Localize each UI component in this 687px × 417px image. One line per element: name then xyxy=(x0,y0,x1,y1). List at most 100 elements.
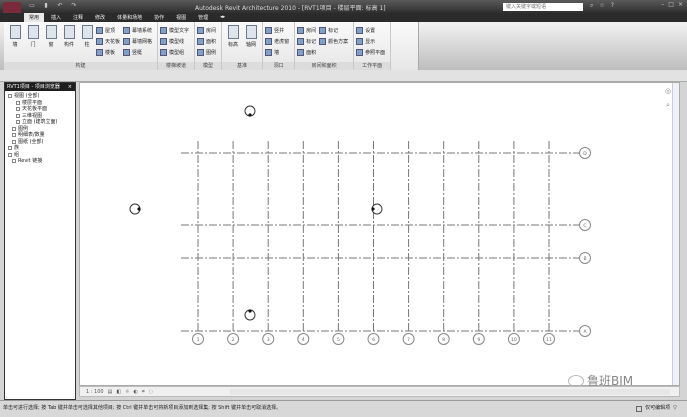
ribbon-button[interactable]: 柱 xyxy=(78,25,96,48)
detail-level-icon[interactable]: ▤ xyxy=(108,389,113,395)
search-input[interactable] xyxy=(503,3,583,11)
close-icon[interactable]: × xyxy=(68,83,72,91)
redo-icon[interactable]: ↷ xyxy=(70,2,78,10)
maximize-button[interactable]: □ xyxy=(668,1,674,8)
view-scale[interactable]: 1 : 100 xyxy=(86,389,104,395)
ribbon-button[interactable]: 显示 xyxy=(356,36,385,47)
vertical-scrollbar[interactable] xyxy=(672,83,679,385)
ribbon-button[interactable]: 模型线 xyxy=(160,36,189,47)
watermark-text: 鲁班BIM xyxy=(587,374,634,388)
ribbon-button[interactable]: 轴网 xyxy=(242,25,260,48)
ribbon-button[interactable]: 模型组 xyxy=(160,47,189,58)
quick-access-toolbar: ▭ ▮ ↶ ↷ xyxy=(28,2,78,10)
status-bar: 单击可进行选择; 按 Tab 键并单击可选择其他项目; 按 Ctrl 键并单击可… xyxy=(0,400,687,417)
grid-label: 5 xyxy=(337,337,340,343)
horizontal-scrollbar[interactable] xyxy=(230,389,670,395)
tool-icon xyxy=(245,25,257,39)
minimize-button[interactable]: – xyxy=(661,1,664,8)
tab-8[interactable]: ◂▸ xyxy=(215,13,230,22)
ribbon-button[interactable]: 标记 xyxy=(297,36,316,47)
ribbon-button-label: 屋顶 xyxy=(105,28,116,34)
expand-icon[interactable] xyxy=(16,107,20,112)
tab-1[interactable]: 插入 xyxy=(46,13,66,22)
ribbon-button-label: 门 xyxy=(30,42,36,48)
tab-3[interactable]: 修改 xyxy=(90,13,110,22)
expand-icon[interactable] xyxy=(12,159,16,164)
tool-icon xyxy=(9,25,21,39)
star-icon[interactable]: ☆ xyxy=(599,2,604,10)
expand-icon[interactable] xyxy=(12,126,16,131)
save-icon[interactable]: ▮ xyxy=(42,2,50,10)
ribbon-button-label: 楼板 xyxy=(105,50,116,56)
ribbon-button[interactable]: 门 xyxy=(24,25,42,48)
ribbon-button[interactable]: 构件 xyxy=(60,25,78,48)
ribbon-button[interactable]: 颜色方案 xyxy=(319,36,348,47)
tool-icon xyxy=(197,38,205,45)
ribbon-button-label: 柱 xyxy=(84,42,90,48)
expand-icon[interactable] xyxy=(12,139,16,144)
ribbon-button[interactable]: 楼板 xyxy=(96,47,120,58)
crop-icon[interactable]: ⌗ xyxy=(142,389,145,395)
ribbon-button[interactable]: 房间 xyxy=(197,25,216,36)
close-button[interactable]: × xyxy=(678,1,683,8)
expand-icon[interactable] xyxy=(16,120,20,125)
ribbon-button[interactable]: 幕墙网格 xyxy=(123,36,152,47)
editable-only-checkbox[interactable] xyxy=(636,405,643,412)
ribbon-button[interactable]: 幕墙系统 xyxy=(123,25,152,36)
tool-icon xyxy=(297,38,305,45)
ribbon-button[interactable]: 模型文字 xyxy=(160,25,189,36)
tab-6[interactable]: 视图 xyxy=(171,13,191,22)
expand-icon[interactable] xyxy=(8,146,12,151)
ribbon-button[interactable]: 面积 xyxy=(197,36,216,47)
expand-icon[interactable] xyxy=(8,152,12,157)
ribbon-button[interactable]: 参照平面 xyxy=(356,47,385,58)
ribbon-button-label: 幕墙网格 xyxy=(132,39,153,45)
browser-item-label: Revit 链接 xyxy=(18,158,43,164)
drawing-canvas[interactable]: 1 2 3 4 5 6 7 8 9 10 11 D C B A ◎ ⌕ xyxy=(79,82,680,386)
ribbon-panel: 模型文字 模型线 模型组 楼梯坡道 xyxy=(158,22,196,70)
ribbon-button[interactable]: 竖井 xyxy=(265,25,289,36)
ribbon-button[interactable]: 墙 xyxy=(265,47,289,58)
expand-icon[interactable] xyxy=(16,113,20,118)
ribbon-button-label: 构件 xyxy=(63,42,74,48)
ribbon-button[interactable]: 标高 xyxy=(224,25,242,48)
sun-path-icon[interactable]: ☼ xyxy=(125,389,129,395)
steering-wheel-icon[interactable]: ◎ xyxy=(665,87,671,95)
expand-icon[interactable] xyxy=(8,94,12,99)
ribbon-button[interactable]: 天花板 xyxy=(96,36,120,47)
visual-style-icon[interactable]: ◧ xyxy=(116,389,121,395)
tab-7[interactable]: 管理 xyxy=(193,13,213,22)
tab-0[interactable]: 常用 xyxy=(24,13,45,22)
zoom-icon[interactable]: ⌕ xyxy=(666,101,670,110)
shadows-icon[interactable]: ◐ xyxy=(134,389,138,395)
tab-4[interactable]: 体量和场地 xyxy=(112,13,147,22)
ribbon-button[interactable]: 窗 xyxy=(42,25,60,48)
hide-isolate-icon[interactable]: ◌ xyxy=(149,389,153,395)
tool-icon xyxy=(96,27,103,34)
undo-icon[interactable]: ↶ xyxy=(56,2,64,10)
grid-label: 1 xyxy=(197,337,200,343)
ribbon-button[interactable]: 老虎窗 xyxy=(265,36,289,47)
browser-item[interactable]: Revit 链接 xyxy=(8,158,75,165)
tab-2[interactable]: 注释 xyxy=(68,13,88,22)
ribbon-button-label: 标高 xyxy=(228,42,239,48)
ribbon-button-label: 房间 xyxy=(306,28,317,34)
help-icon[interactable]: ? xyxy=(611,2,614,10)
expand-icon[interactable] xyxy=(12,133,16,138)
ribbon-button[interactable]: 设置 xyxy=(356,25,385,36)
binoculars-icon[interactable]: ⌕ xyxy=(590,2,593,10)
ribbon-button[interactable]: 墙 xyxy=(6,25,24,48)
filter-icon[interactable]: ▽ xyxy=(673,401,677,416)
ribbon-button[interactable]: 面积 xyxy=(297,47,316,58)
open-icon[interactable]: ▭ xyxy=(28,2,36,10)
tab-5[interactable]: 协作 xyxy=(149,13,169,22)
ribbon-button[interactable]: 竖梃 xyxy=(123,47,152,58)
ribbon-button[interactable]: 标记 xyxy=(319,25,348,36)
expand-icon[interactable] xyxy=(16,100,20,105)
panel-title: 模型 xyxy=(195,62,222,70)
grid-label: 9 xyxy=(477,337,480,343)
ribbon-button[interactable]: 图例 xyxy=(197,47,216,58)
ribbon-button[interactable]: 屋顶 xyxy=(96,25,120,36)
tool-icon xyxy=(297,27,305,34)
ribbon-button[interactable]: 房间 xyxy=(297,25,316,36)
